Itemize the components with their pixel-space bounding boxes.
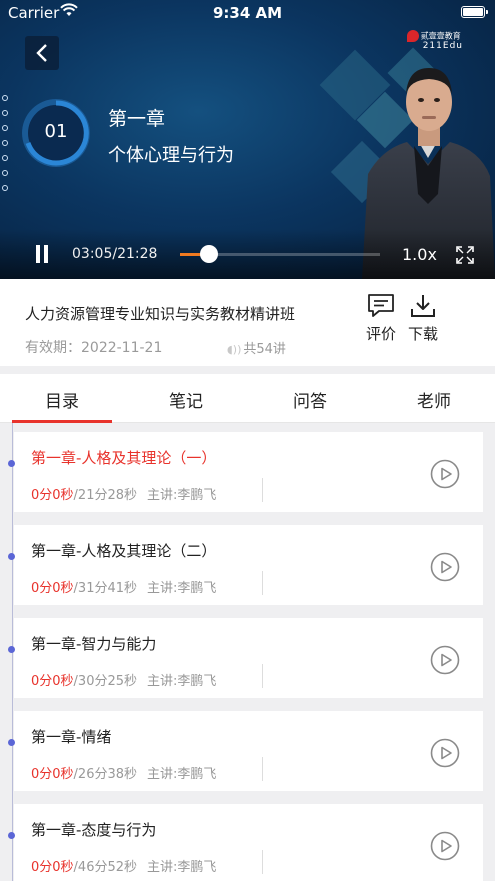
course-info-panel: 人力资源管理专业知识与实务教材精讲班 有效期：2022-11-21 ◖)) 共54… bbox=[0, 279, 495, 366]
timeline-dot bbox=[8, 832, 15, 839]
review-button[interactable]: 评价 bbox=[361, 293, 401, 344]
playback-speed-button[interactable]: 1.0x bbox=[402, 245, 437, 264]
download-icon bbox=[411, 295, 435, 317]
lesson-title: 第一章-人格及其理论（二） bbox=[31, 542, 217, 560]
lesson-teacher: 主讲:李鹏飞 bbox=[147, 674, 217, 689]
lesson-duration: /30分25秒 bbox=[73, 674, 138, 689]
lesson-meta: 0分0秒/21分28秒 主讲:李鹏飞 bbox=[31, 484, 216, 503]
battery-icon bbox=[461, 6, 488, 18]
timeline-dot bbox=[8, 553, 15, 560]
slide-side-bullets bbox=[2, 95, 10, 200]
watched-time: 0分0秒 bbox=[31, 674, 74, 689]
tab-teacher[interactable]: 老师 bbox=[372, 387, 495, 412]
timeline-dot bbox=[8, 460, 15, 467]
slide-chapter-title: 第一章 bbox=[108, 108, 166, 130]
tab-catalog[interactable]: 目录 bbox=[0, 387, 124, 412]
lesson-title: 第一章-态度与行为 bbox=[31, 821, 157, 839]
video-player[interactable]: Carrier 9:34 AM 贰壹壹教育 211Edu 01 第一章 个体心理… bbox=[0, 0, 495, 279]
playback-timecode: 03:05/21:28 bbox=[72, 246, 158, 262]
chapter-ring-arc bbox=[25, 100, 89, 166]
lesson-duration: /26分38秒 bbox=[73, 767, 138, 782]
pause-icon[interactable] bbox=[35, 245, 49, 263]
divider bbox=[262, 571, 263, 595]
lesson-item[interactable]: 第一章-态度与行为 0分0秒/46分52秒 主讲:李鹏飞 bbox=[8, 804, 483, 881]
divider bbox=[262, 478, 263, 502]
brand-name-en: 211Edu bbox=[422, 41, 463, 51]
slide-chapter-subtitle: 个体心理与行为 bbox=[108, 145, 234, 166]
watched-time: 0分0秒 bbox=[31, 767, 74, 782]
status-bar: Carrier 9:34 AM bbox=[0, 0, 495, 26]
lesson-teacher: 主讲:李鹏飞 bbox=[147, 581, 217, 596]
play-circle-icon[interactable] bbox=[430, 459, 460, 489]
app-root: Carrier 9:34 AM 贰壹壹教育 211Edu 01 第一章 个体心理… bbox=[0, 0, 495, 881]
lesson-item[interactable]: 第一章-人格及其理论（一） 0分0秒/21分28秒 主讲:李鹏飞 bbox=[8, 432, 483, 512]
lesson-count-label: 共54讲 bbox=[243, 342, 286, 357]
lesson-meta: 0分0秒/31分41秒 主讲:李鹏飞 bbox=[31, 577, 216, 596]
lesson-title: 第一章-情绪 bbox=[31, 728, 112, 746]
tab-notes[interactable]: 笔记 bbox=[124, 387, 248, 412]
timeline-dot bbox=[8, 646, 15, 653]
lesson-item[interactable]: 第一章-情绪 0分0秒/26分38秒 主讲:李鹏飞 bbox=[8, 711, 483, 791]
download-button[interactable]: 下载 bbox=[403, 293, 443, 344]
timeline-dot bbox=[8, 739, 15, 746]
play-circle-icon[interactable] bbox=[430, 738, 460, 768]
lesson-duration: /46分52秒 bbox=[73, 860, 138, 875]
lesson-duration: /21分28秒 bbox=[73, 488, 138, 503]
lesson-title: 第一章-人格及其理论（一） bbox=[31, 449, 217, 467]
lesson-count: ◖)) 共54讲 bbox=[227, 338, 286, 357]
lesson-item[interactable]: 第一章-人格及其理论（二） 0分0秒/31分41秒 主讲:李鹏飞 bbox=[8, 525, 483, 605]
comment-icon bbox=[368, 294, 394, 317]
active-tab-indicator bbox=[12, 420, 112, 423]
player-controls: 03:05/21:28 1.0x bbox=[0, 229, 495, 279]
lesson-title: 第一章-智力与能力 bbox=[31, 635, 157, 653]
tab-bar: 目录 笔记 问答 老师 bbox=[0, 374, 495, 423]
lesson-teacher: 主讲:李鹏飞 bbox=[147, 767, 217, 782]
course-validity: 有效期：2022-11-21 bbox=[25, 340, 163, 356]
watched-time: 0分0秒 bbox=[31, 488, 74, 503]
divider bbox=[262, 664, 263, 688]
brand-mark-icon bbox=[406, 30, 419, 42]
lesson-teacher: 主讲:李鹏飞 bbox=[147, 860, 217, 875]
play-circle-icon[interactable] bbox=[430, 831, 460, 861]
lesson-meta: 0分0秒/26分38秒 主讲:李鹏飞 bbox=[31, 763, 216, 782]
download-label: 下载 bbox=[407, 325, 438, 343]
lesson-teacher: 主讲:李鹏飞 bbox=[147, 488, 217, 503]
clock: 9:34 AM bbox=[212, 4, 283, 22]
back-icon bbox=[36, 44, 47, 62]
seek-bar[interactable] bbox=[180, 245, 380, 263]
fullscreen-icon[interactable] bbox=[456, 246, 474, 264]
seek-bar-handle[interactable] bbox=[199, 245, 218, 263]
divider bbox=[262, 850, 263, 874]
watched-time: 0分0秒 bbox=[31, 581, 74, 596]
play-circle-icon[interactable] bbox=[430, 552, 460, 582]
lesson-meta: 0分0秒/46分52秒 主讲:李鹏飞 bbox=[31, 856, 216, 875]
tab-qa[interactable]: 问答 bbox=[248, 387, 372, 412]
review-label: 评价 bbox=[365, 325, 396, 343]
lesson-meta: 0分0秒/30分25秒 主讲:李鹏飞 bbox=[31, 670, 216, 689]
play-circle-icon[interactable] bbox=[430, 645, 460, 675]
lesson-item[interactable]: 第一章-智力与能力 0分0秒/30分25秒 主讲:李鹏飞 bbox=[8, 618, 483, 698]
watched-time: 0分0秒 bbox=[31, 860, 74, 875]
audio-wave-icon: ◖)) bbox=[227, 343, 242, 356]
brand-logo: 贰壹壹教育 211Edu bbox=[406, 30, 463, 51]
lesson-duration: /31分41秒 bbox=[73, 581, 138, 596]
back-button[interactable] bbox=[25, 36, 59, 70]
course-title: 人力资源管理专业知识与实务教材精讲班 bbox=[25, 305, 296, 323]
divider bbox=[262, 757, 263, 781]
brand-name: 贰壹壹教育 bbox=[420, 31, 461, 41]
